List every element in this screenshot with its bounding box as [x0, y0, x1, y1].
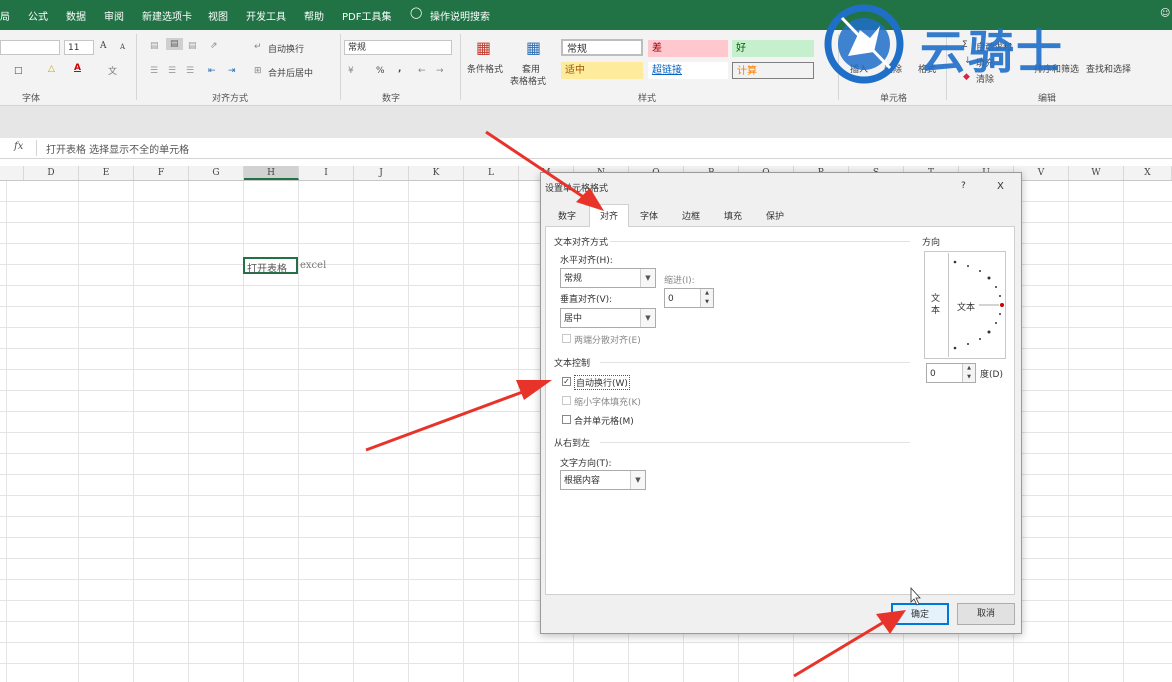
annotation-arrows	[365, 130, 921, 678]
arrow-to-alignment-tab	[485, 130, 604, 211]
mouse-cursor-icon	[910, 586, 921, 606]
arrow-to-wrap-checkbox	[365, 380, 552, 452]
arrow-to-ok-button	[793, 610, 906, 678]
